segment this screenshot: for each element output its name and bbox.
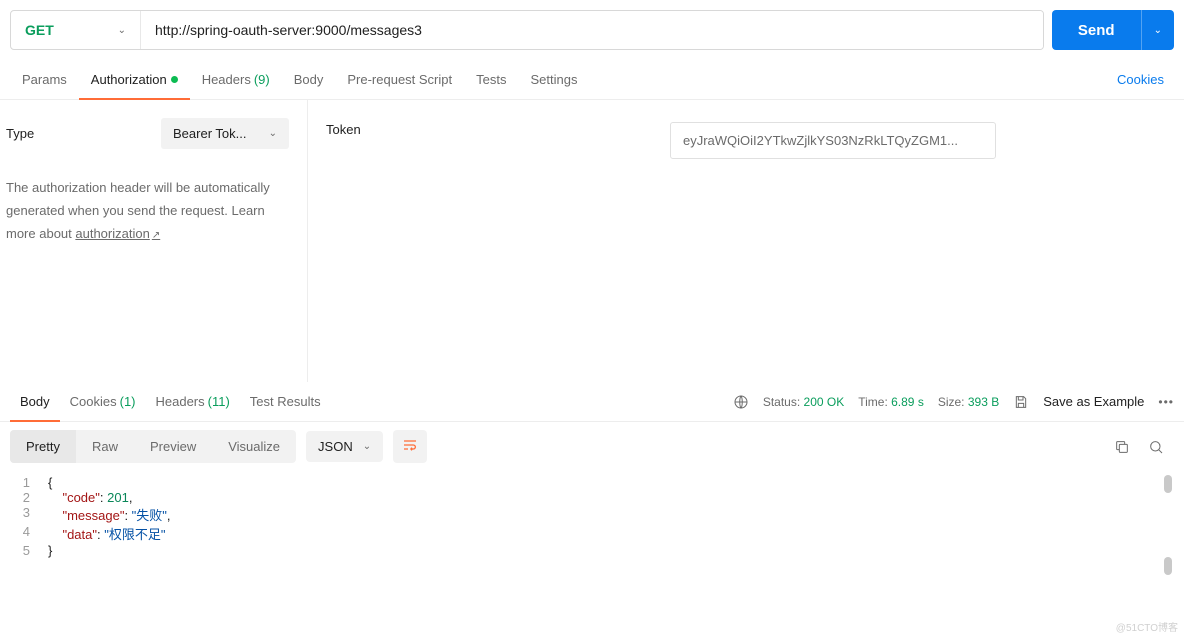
token-label: Token: [326, 122, 670, 137]
auth-description: The authorization header will be automat…: [6, 177, 289, 245]
save-as-example[interactable]: Save as Example: [1043, 394, 1144, 409]
resp-tab-cookies-count: (1): [120, 394, 136, 409]
tab-headers[interactable]: Headers (9): [190, 60, 282, 99]
json-string: "失败": [132, 508, 167, 523]
send-button-group: Send ⌄: [1052, 10, 1174, 50]
format-select[interactable]: JSON ⌄: [306, 431, 383, 462]
auth-learn-link-text: authorization: [75, 226, 149, 241]
view-visualize[interactable]: Visualize: [212, 430, 296, 463]
resp-tab-cookies[interactable]: Cookies (1): [60, 382, 146, 421]
save-icon[interactable]: [1013, 394, 1029, 410]
auth-type-select[interactable]: Bearer Tok... ⌄: [161, 118, 289, 149]
code-line: 1{: [0, 475, 1184, 490]
resp-tab-headers-count: (11): [208, 394, 230, 409]
resp-tab-headers[interactable]: Headers (11): [146, 382, 240, 421]
json-key: "data": [62, 527, 97, 542]
json-key: "code": [62, 490, 99, 505]
resp-tab-body[interactable]: Body: [10, 382, 60, 421]
wrap-lines-button[interactable]: [393, 430, 427, 463]
code-line: 5}: [0, 543, 1184, 558]
url-input[interactable]: [141, 11, 1043, 49]
tab-headers-label: Headers: [202, 72, 251, 87]
tab-body[interactable]: Body: [282, 60, 336, 99]
code-line: 3 "message": "失败",: [0, 505, 1184, 524]
external-link-icon: ↗: [152, 230, 160, 241]
resp-tab-headers-label: Headers: [156, 394, 205, 409]
format-value: JSON: [318, 439, 353, 454]
auth-learn-link[interactable]: authorization↗: [75, 226, 160, 241]
resp-tab-cookies-label: Cookies: [70, 394, 117, 409]
time-meta: Time: 6.89 s: [858, 395, 924, 409]
chevron-down-icon: ⌄: [363, 441, 371, 452]
response-body-code[interactable]: 1{ 2 "code": 201, 3 "message": "失败", 4 "…: [0, 471, 1184, 558]
size-meta: Size: 393 B: [938, 395, 999, 409]
json-key: "message": [62, 508, 124, 523]
send-button[interactable]: Send: [1052, 10, 1141, 50]
status-label: Status:: [763, 395, 800, 409]
resp-tab-test-results[interactable]: Test Results: [240, 382, 331, 421]
view-pretty[interactable]: Pretty: [10, 430, 76, 463]
json-string: "权限不足": [104, 527, 165, 542]
scrollbar-thumb[interactable]: [1164, 475, 1172, 493]
response-view-bar: Pretty Raw Preview Visualize JSON ⌄: [0, 422, 1184, 471]
scrollbar-thumb[interactable]: [1164, 557, 1172, 575]
size-label: Size:: [938, 395, 965, 409]
tab-prerequest[interactable]: Pre-request Script: [335, 60, 464, 99]
tab-authorization-label: Authorization: [91, 72, 167, 87]
http-method-select[interactable]: GET ⌄: [11, 11, 141, 49]
cookies-link[interactable]: Cookies: [1117, 72, 1174, 87]
request-tabs: Params Authorization Headers (9) Body Pr…: [0, 60, 1184, 100]
code-line: 2 "code": 201,: [0, 490, 1184, 505]
tab-params[interactable]: Params: [10, 60, 79, 99]
status-value: 200 OK: [804, 395, 845, 409]
auth-type-label: Type: [6, 126, 34, 141]
request-bar: GET ⌄ Send ⌄: [0, 0, 1184, 60]
auth-type-value: Bearer Tok...: [173, 126, 246, 141]
auth-type-row: Type Bearer Tok... ⌄: [6, 118, 289, 149]
response-meta: Status: 200 OK Time: 6.89 s Size: 393 B …: [733, 394, 1174, 410]
code-line: 4 "data": "权限不足": [0, 524, 1184, 543]
watermark: @51CTO博客: [1116, 619, 1178, 634]
more-icon[interactable]: •••: [1158, 395, 1174, 409]
response-tabs: Body Cookies (1) Headers (11) Test Resul…: [0, 382, 1184, 422]
time-label: Time:: [858, 395, 888, 409]
auth-token-panel: Token eyJraWQiOiI2YTkwZjlkYS03NzRkLTQyZG…: [308, 100, 1184, 382]
auth-type-panel: Type Bearer Tok... ⌄ The authorization h…: [0, 100, 308, 382]
json-number: 201: [107, 490, 129, 505]
chevron-down-icon: ⌄: [269, 128, 277, 139]
chevron-down-icon: ⌄: [118, 25, 126, 36]
chevron-down-icon: ⌄: [1154, 25, 1162, 36]
tab-tests[interactable]: Tests: [464, 60, 518, 99]
globe-icon[interactable]: [733, 394, 749, 410]
http-method-value: GET: [25, 22, 54, 38]
size-value: 393 B: [968, 395, 999, 409]
view-preview[interactable]: Preview: [134, 430, 212, 463]
view-bar-right: [1114, 439, 1174, 455]
tab-authorization[interactable]: Authorization: [79, 60, 190, 99]
send-dropdown-button[interactable]: ⌄: [1141, 10, 1174, 50]
view-raw[interactable]: Raw: [76, 430, 134, 463]
tab-settings[interactable]: Settings: [518, 60, 589, 99]
active-dot-icon: [171, 76, 178, 83]
token-input[interactable]: eyJraWQiOiI2YTkwZjlkYS03NzRkLTQyZGM1...: [670, 122, 996, 159]
search-icon[interactable]: [1148, 439, 1164, 455]
request-input-group: GET ⌄: [10, 10, 1044, 50]
time-value: 6.89 s: [891, 395, 924, 409]
tab-headers-count: (9): [254, 72, 270, 87]
view-mode-tabs: Pretty Raw Preview Visualize: [10, 430, 296, 463]
copy-icon[interactable]: [1114, 439, 1130, 455]
status-meta: Status: 200 OK: [763, 395, 844, 409]
authorization-panel: Type Bearer Tok... ⌄ The authorization h…: [0, 100, 1184, 382]
